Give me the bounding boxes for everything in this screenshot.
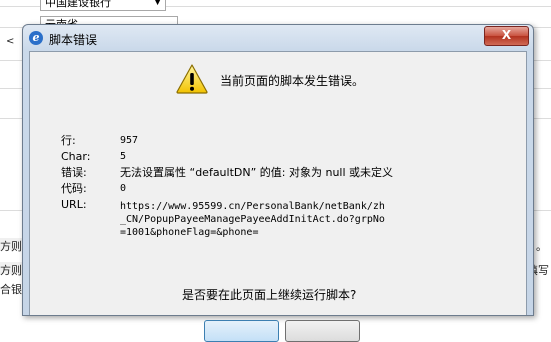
yes-button[interactable] [204, 320, 279, 342]
char-label: Char: [61, 150, 91, 163]
error-headline: 当前页面的脚本发生错误。 [220, 74, 365, 88]
char-value: 5 [120, 151, 127, 162]
url-value: https://www.95599.cn/PersonalBank/netBan… [120, 201, 385, 238]
line-value: 957 [120, 135, 139, 146]
error-value: 无法设置属性 “defaultDN” 的值: 对象为 null 或未定义 [120, 166, 394, 179]
side-marker: < [6, 36, 15, 47]
script-error-dialog: e 脚本错误 X 当前页面的脚本发生错误。 行: 957 Char: 5 错误:… [22, 24, 534, 342]
side-text: 。 [536, 240, 547, 253]
side-text: 合银 [0, 283, 22, 296]
ie-logo-icon: e [29, 31, 43, 45]
code-value: 0 [120, 183, 127, 194]
bank-select-value: 中国建设银行 [45, 0, 111, 9]
chevron-down-icon: ▼ [154, 0, 161, 7]
close-icon: X [501, 28, 512, 42]
dialog-titlebar[interactable]: e 脚本错误 X [23, 25, 533, 51]
code-label: 代码: [61, 182, 87, 195]
error-label: 错误: [61, 166, 87, 179]
line-label: 行: [61, 134, 76, 147]
dialog-title: 脚本错误 [49, 33, 98, 47]
warning-icon [176, 64, 208, 94]
no-button[interactable] [285, 320, 360, 342]
url-label: URL: [61, 198, 87, 211]
close-button[interactable]: X [484, 26, 529, 46]
dialog-body: 当前页面的脚本发生错误。 行: 957 Char: 5 错误: 无法设置属性 “… [29, 51, 527, 342]
bank-select[interactable]: 中国建设银行 ▼ [40, 0, 166, 11]
continue-question: 是否要在此页面上继续运行脚本? [182, 288, 357, 302]
side-text: 方则 [0, 264, 22, 277]
side-text: 方则 [0, 240, 22, 253]
